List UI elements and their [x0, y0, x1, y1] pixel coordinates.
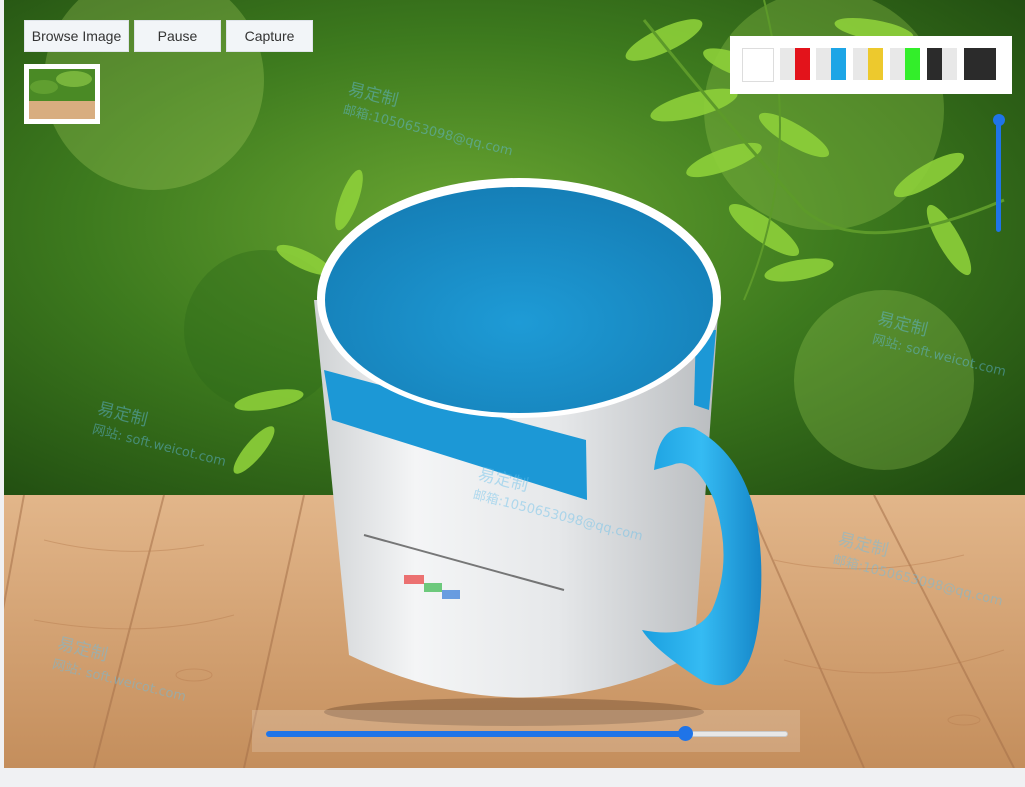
background-thumbnail[interactable] [24, 64, 100, 124]
zoom-slider-handle[interactable] [678, 726, 693, 741]
zoom-slider-fill [266, 731, 686, 737]
swatch-green[interactable] [890, 48, 920, 80]
swatch-black[interactable] [964, 48, 996, 80]
capture-button[interactable]: Capture [226, 20, 313, 52]
scene-render [4, 0, 1025, 768]
mug-3d-viewport[interactable]: 易定制 网站: soft.weicot.com 易定制 邮箱:1050653098@… [4, 0, 1025, 768]
swatch-white[interactable] [742, 48, 774, 82]
rotation-slider[interactable] [993, 110, 1005, 234]
swatch-yellow[interactable] [853, 48, 883, 80]
swatch-red[interactable] [780, 48, 810, 80]
rotation-slider-handle[interactable] [993, 114, 1005, 126]
pause-button[interactable]: Pause [134, 20, 221, 52]
thumbnail-image [29, 69, 95, 119]
rotation-slider-track [996, 118, 1001, 232]
swatch-black-white[interactable] [927, 48, 957, 80]
color-palette [730, 36, 1012, 94]
swatch-blue[interactable] [816, 48, 846, 80]
browse-image-button[interactable]: Browse Image [24, 20, 129, 52]
